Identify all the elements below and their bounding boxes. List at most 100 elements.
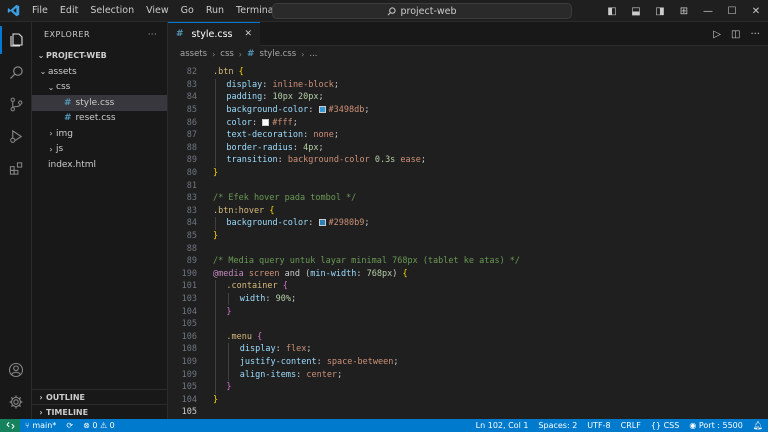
code-line[interactable]: 103 width: 90%;: [168, 293, 768, 306]
code-editor[interactable]: 82 .btn {83 display: inline-block; 84 paddin…: [168, 66, 768, 419]
breadcrumb-item[interactable]: css: [220, 49, 234, 59]
encoding[interactable]: UTF-8: [582, 421, 615, 430]
run-icon[interactable]: ▷: [713, 29, 721, 40]
command-center-search[interactable]: project-web: [272, 3, 572, 19]
search-icon[interactable]: [0, 58, 32, 86]
code-line[interactable]: 88 border-radius: 4px;: [168, 142, 768, 155]
code-line[interactable]: 86 color: #fff;: [168, 116, 768, 129]
code-line[interactable]: 85}: [168, 230, 768, 243]
code-line[interactable]: 80}: [168, 167, 768, 180]
close-tab-icon[interactable]: ✕: [244, 29, 252, 39]
token: screen: [243, 268, 285, 279]
code-line[interactable]: 106 .menu {: [168, 330, 768, 343]
accounts-icon[interactable]: [0, 356, 32, 384]
menu-view[interactable]: View: [140, 0, 175, 22]
line-number: 105: [181, 319, 197, 330]
code-line[interactable]: 84 background-color: #2980b9;: [168, 217, 768, 230]
code-line[interactable]: 105: [168, 406, 768, 419]
css-file-icon: #: [64, 113, 72, 124]
indentation[interactable]: Spaces: 2: [533, 421, 582, 430]
code-line[interactable]: 105}: [168, 381, 768, 394]
code-line[interactable]: 89 /* Media query untuk layar minimal 768…: [168, 255, 768, 268]
tree-item-style-css[interactable]: # style.css: [32, 95, 167, 111]
cursor-position[interactable]: Ln 102, Col 1: [471, 421, 534, 430]
extensions-icon[interactable]: [0, 154, 32, 182]
remote-indicator-icon[interactable]: [0, 419, 20, 432]
color-swatch[interactable]: [318, 106, 326, 114]
code-line[interactable]: 108 display: flex;: [168, 343, 768, 356]
problems-status[interactable]: ⊗ 0 ⚠ 0: [78, 421, 120, 430]
outline-section[interactable]: › OUTLINE: [32, 389, 168, 404]
tree-item-index-html[interactable]: index.html: [32, 157, 167, 173]
code-line[interactable]: 109 align-items: center;: [168, 368, 768, 381]
code-line[interactable]: 85 background-color: #3498db;: [168, 104, 768, 117]
menu-file[interactable]: File: [26, 0, 54, 22]
token: 768px: [366, 268, 393, 279]
code-line[interactable]: 88: [168, 242, 768, 255]
toggle-secondary-sidebar-icon[interactable]: ◨: [648, 6, 672, 17]
layout-icon[interactable]: ⊞: [672, 6, 696, 17]
notifications-icon[interactable]: 🔔︎: [748, 421, 768, 430]
line-number: 86: [186, 117, 197, 128]
vscode-logo-icon[interactable]: [0, 0, 26, 22]
menu-go[interactable]: Go: [175, 0, 200, 22]
code-line[interactable]: 190 @media screen and (min-width: 768px) …: [168, 268, 768, 281]
tree-item-assets[interactable]: ⌄ assets: [32, 64, 167, 80]
code-line[interactable]: 89 transition: background-color 0.3s ease…: [168, 154, 768, 167]
breadcrumb-item[interactable]: style.css: [260, 49, 297, 59]
tree-item-js[interactable]: › js: [32, 142, 167, 158]
maximize-button[interactable]: ☐: [720, 6, 744, 17]
code-line[interactable]: 101 .container {: [168, 280, 768, 293]
language-mode[interactable]: {} CSS: [646, 421, 684, 430]
run-debug-icon[interactable]: [0, 122, 32, 150]
code-text: }: [226, 307, 231, 317]
tree-item-reset-css[interactable]: # reset.css: [32, 111, 167, 127]
sync-icon[interactable]: ⟳: [61, 421, 78, 430]
source-control-icon[interactable]: [0, 90, 32, 118]
line-ending[interactable]: CRLF: [616, 421, 646, 430]
code-line[interactable]: 82 .btn {: [168, 66, 768, 79]
tree-item-css[interactable]: ⌄ css: [32, 80, 167, 96]
tab-style-css[interactable]: # style.css ✕: [168, 21, 261, 46]
line-number: 106: [181, 331, 197, 342]
split-editor-icon[interactable]: ◫: [731, 29, 740, 40]
menu-edit[interactable]: Edit: [54, 0, 84, 22]
token: space-between: [326, 356, 394, 367]
tree-item-img[interactable]: › img: [32, 126, 167, 142]
code-text: text-decoration: none;: [226, 130, 339, 140]
more-actions-icon[interactable]: ···: [148, 30, 157, 39]
code-line[interactable]: 87 text-decoration: none;: [168, 129, 768, 142]
tab-label: style.css: [191, 28, 233, 40]
code-line[interactable]: 105: [168, 318, 768, 331]
breadcrumb-item[interactable]: assets: [180, 49, 207, 59]
color-swatch[interactable]: [318, 219, 326, 227]
breadcrumb-item[interactable]: ...: [309, 49, 317, 59]
minimize-button[interactable]: —: [696, 6, 720, 17]
code-line[interactable]: 81: [168, 179, 768, 192]
toggle-panel-icon[interactable]: ⬓: [624, 6, 648, 17]
branch-status[interactable]: ⑂ main*: [20, 421, 61, 430]
project-folder-header[interactable]: ⌄ PROJECT-WEB: [32, 46, 167, 64]
color-swatch[interactable]: [262, 118, 270, 126]
code-line[interactable]: 84 padding: 10px 20px;: [168, 91, 768, 104]
chevron-down-icon: ⌄: [37, 50, 45, 60]
code-line[interactable]: 83 display: inline-block;: [168, 79, 768, 92]
code-line[interactable]: 109 justify-content: space-between;: [168, 356, 768, 369]
indent-guide: [228, 292, 230, 306]
code-line[interactable]: 83 .btn:hover {: [168, 205, 768, 218]
token: {: [282, 281, 288, 292]
warning-icon: ⚠: [99, 421, 108, 430]
live-server-port[interactable]: ◉ Port : 5500: [684, 421, 748, 430]
settings-gear-icon[interactable]: [0, 388, 32, 416]
menu-run[interactable]: Run: [200, 0, 230, 22]
code-line[interactable]: 104}: [168, 393, 768, 406]
menu-selection[interactable]: Selection: [84, 0, 140, 22]
toggle-sidebar-icon[interactable]: ◧: [600, 6, 624, 17]
timeline-section[interactable]: › TIMELINE: [32, 404, 168, 419]
line-number: 190: [181, 268, 197, 279]
code-line[interactable]: 83 /* Efek hover pada tombol */: [168, 192, 768, 205]
explorer-icon[interactable]: [0, 26, 32, 54]
code-line[interactable]: 104}: [168, 305, 768, 318]
close-button[interactable]: ✕: [744, 6, 768, 17]
more-actions-icon[interactable]: ···: [750, 29, 760, 40]
